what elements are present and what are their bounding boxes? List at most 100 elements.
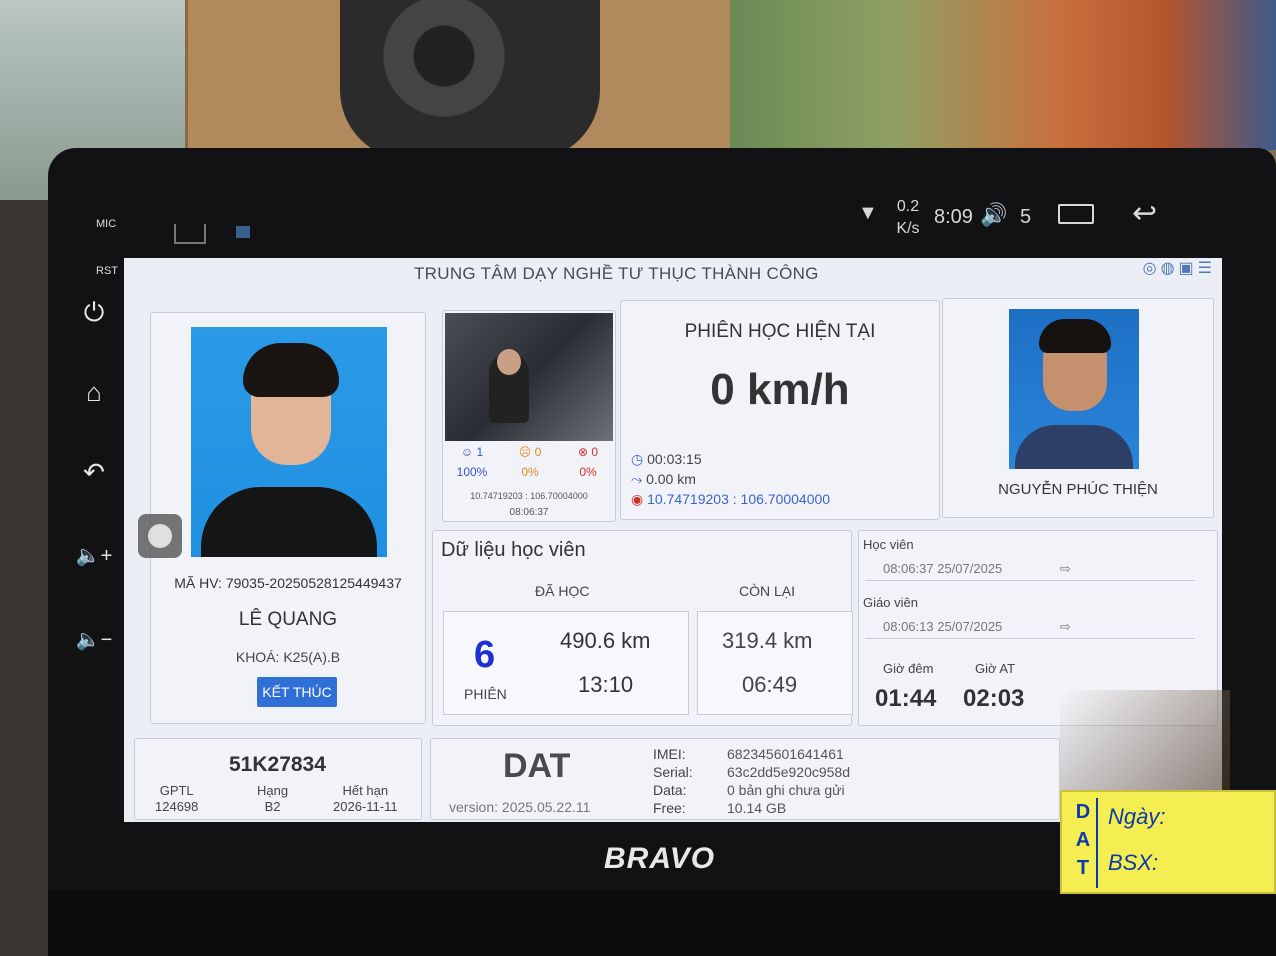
remaining-time: 06:49	[742, 672, 798, 697]
back-button[interactable]: ↶	[70, 452, 118, 492]
sticker-plate-label: BSX:	[1108, 850, 1159, 875]
remaining-box: 319.4 km 06:49	[697, 611, 853, 715]
recent-apps-icon[interactable]	[1058, 204, 1094, 224]
camera-icon[interactable]: ▣	[1179, 260, 1194, 277]
dash-camera	[340, 0, 600, 160]
app-main: TRUNG TÂM DẠY NGHỀ TƯ THỤC THÀNH CÔNG ◎ ◍…	[124, 258, 1222, 822]
vehicle-class: Hạng B2	[257, 783, 289, 814]
sticker-dat-letters: D A T	[1070, 798, 1098, 888]
gptl: GPTL 124698	[155, 783, 199, 814]
device-info-values: 682345601641461 63c2dd5e920c958d 0 bản g…	[727, 745, 850, 817]
teacher-name: NGUYỄN PHÚC THIỆN	[998, 481, 1158, 498]
session-duration: ◷ 00:03:15	[631, 451, 702, 467]
logout-icon: ⇨	[1059, 619, 1071, 634]
stat-ok: ☺ 1 100%	[443, 445, 501, 479]
top-icons: ◎ ◍ ▣ ☰	[1139, 258, 1212, 278]
sticker-date-label: Ngày:	[1108, 804, 1166, 829]
snapshot-time: 08:06:37	[509, 507, 549, 518]
app-title: TRUNG TÂM DẠY NGHỀ TƯ THỤC THÀNH CÔNG	[414, 264, 819, 283]
data-value: 0 bản ghi chưa gửi	[727, 782, 845, 798]
end-session-button[interactable]: KẾT THÚC	[257, 677, 337, 707]
sessions-label: PHIÊN	[464, 686, 507, 702]
teacher-photo	[1009, 309, 1139, 469]
imei-value: 682345601641461	[727, 746, 844, 762]
session-gps: ◉ 10.74719203 : 106.70004000	[631, 491, 831, 507]
free-space-value: 10.14 GB	[727, 800, 787, 816]
vehicle-expiry: Hết hạn 2026-11-11	[333, 783, 398, 814]
teacher-login-time: 08:06:13 25/07/2025 ⇨	[865, 615, 1195, 639]
device-info-labels: IMEI: Serial: Data: Free:	[653, 746, 693, 816]
vehicle-panel: 51K27834 GPTL 124698 Hạng B2 Hết hạn 2026-1…	[134, 738, 422, 820]
student-code: MÃ HV: 79035-20250528125449437	[174, 575, 402, 591]
remaining-header: CÒN LẠI	[739, 583, 796, 599]
mic-label: MIC	[96, 218, 117, 230]
stat-warn-count: ☹ 0	[518, 445, 542, 459]
session-speed: 0 km/h	[710, 365, 850, 414]
student-data-title: Dữ liệu học viên	[441, 539, 586, 561]
tablet-screen: ▼ 0.2 K/s 8:09 🔊 5 ↩ TRUNG TÂM DẠY NGHỀ …	[124, 188, 1222, 822]
clock-icon: ◷	[631, 451, 644, 467]
app-version: version: 2025.05.22.11	[449, 799, 591, 815]
globe-icon[interactable]: ◍	[1161, 260, 1175, 277]
device-info-panel: DAT version: 2025.05.22.11 IMEI: Serial:…	[430, 738, 1060, 820]
learned-header: ĐÃ HỌC	[535, 583, 590, 599]
volume-icon[interactable]: 🔊	[980, 202, 1007, 228]
power-button[interactable]: ⏻	[70, 292, 118, 332]
serial-value: 63c2dd5e920c958d	[727, 764, 851, 780]
student-photo	[191, 327, 387, 557]
network-speed-unit: K/s	[896, 220, 920, 237]
student-data-panel: Dữ liệu học viên ĐÃ HỌC CÒN LẠI 6 PHIÊN …	[432, 530, 853, 726]
nav-home-icon[interactable]	[174, 224, 206, 244]
route-icon: ⤳	[631, 471, 643, 487]
stat-warn-pct: 0%	[521, 465, 539, 479]
student-name: LÊ QUANG	[238, 609, 338, 630]
learned-time: 13:10	[578, 672, 634, 697]
student-card: MÃ HV: 79035-20250528125449437 LÊ QUANG …	[150, 312, 426, 724]
stat-bad: ⊗ 0 0%	[559, 445, 617, 479]
volume-up-button[interactable]: 🔈+	[70, 536, 118, 576]
tablet-bezel-bottom	[48, 890, 1276, 956]
brand-text: BRAVO	[604, 842, 716, 875]
nav-back-icon[interactable]: ↩	[1132, 196, 1157, 231]
network-speed-value: 0.2	[896, 198, 920, 215]
inspection-sticker: D A T Ngày: BSX:	[1060, 790, 1276, 894]
student-login-label: Học viên	[863, 537, 914, 552]
night-hours-value: 01:44	[875, 685, 937, 712]
clock: 8:09	[934, 206, 973, 228]
learned-km: 490.6 km	[560, 628, 651, 653]
app-shortcut-icon[interactable]	[236, 226, 250, 238]
home-button[interactable]: ⌂	[70, 372, 118, 412]
stat-bad-pct: 0%	[579, 465, 597, 479]
stat-ok-pct: 100%	[456, 465, 488, 479]
stat-ok-count: ☺ 1	[460, 445, 484, 459]
logout-icon: ⇨	[1059, 561, 1071, 576]
learned-box: 6 PHIÊN 490.6 km 13:10	[443, 611, 689, 715]
screen-glare	[1060, 690, 1230, 790]
teacher-card: NGUYỄN PHÚC THIỆN	[942, 298, 1214, 518]
session-title: PHIÊN HỌC HIỆN TẠI	[684, 321, 876, 342]
stat-bad-count: ⊗ 0	[577, 445, 599, 459]
auto-hours-value: 02:03	[963, 685, 1025, 712]
volume-down-button[interactable]: 🔈−	[70, 620, 118, 660]
camera-snapshot[interactable]	[445, 313, 613, 441]
rst-label: RST	[96, 265, 118, 277]
student-course: KHOÁ: K25(A).B	[235, 649, 341, 665]
sessions-count: 6	[474, 634, 496, 676]
current-session-panel: PHIÊN HỌC HIỆN TẠI 0 km/h ◷ 00:03:15 ⤳ 0…	[620, 300, 940, 520]
remaining-km: 319.4 km	[722, 628, 813, 653]
wifi-icon: ▼	[858, 202, 878, 224]
network-speed: 0.2 K/s	[892, 196, 924, 240]
night-hours-label: Giờ đêm	[883, 661, 934, 676]
database-icon[interactable]: ☰	[1198, 260, 1212, 277]
brand-logo: BRAVO	[604, 842, 715, 876]
teacher-login-label: Giáo viên	[863, 595, 918, 610]
dat-logo: DAT	[503, 747, 571, 785]
student-login-time: 08:06:37 25/07/2025 ⇨	[865, 557, 1195, 581]
session-distance: ⤳ 0.00 km	[631, 471, 696, 487]
volume-level: 5	[1020, 206, 1032, 228]
location-icon: ◉	[631, 491, 644, 507]
windshield-view	[730, 0, 1276, 150]
floating-assistive-button[interactable]	[138, 514, 182, 558]
compass-icon[interactable]: ◎	[1143, 260, 1157, 277]
stat-warn: ☹ 0 0%	[501, 445, 559, 479]
